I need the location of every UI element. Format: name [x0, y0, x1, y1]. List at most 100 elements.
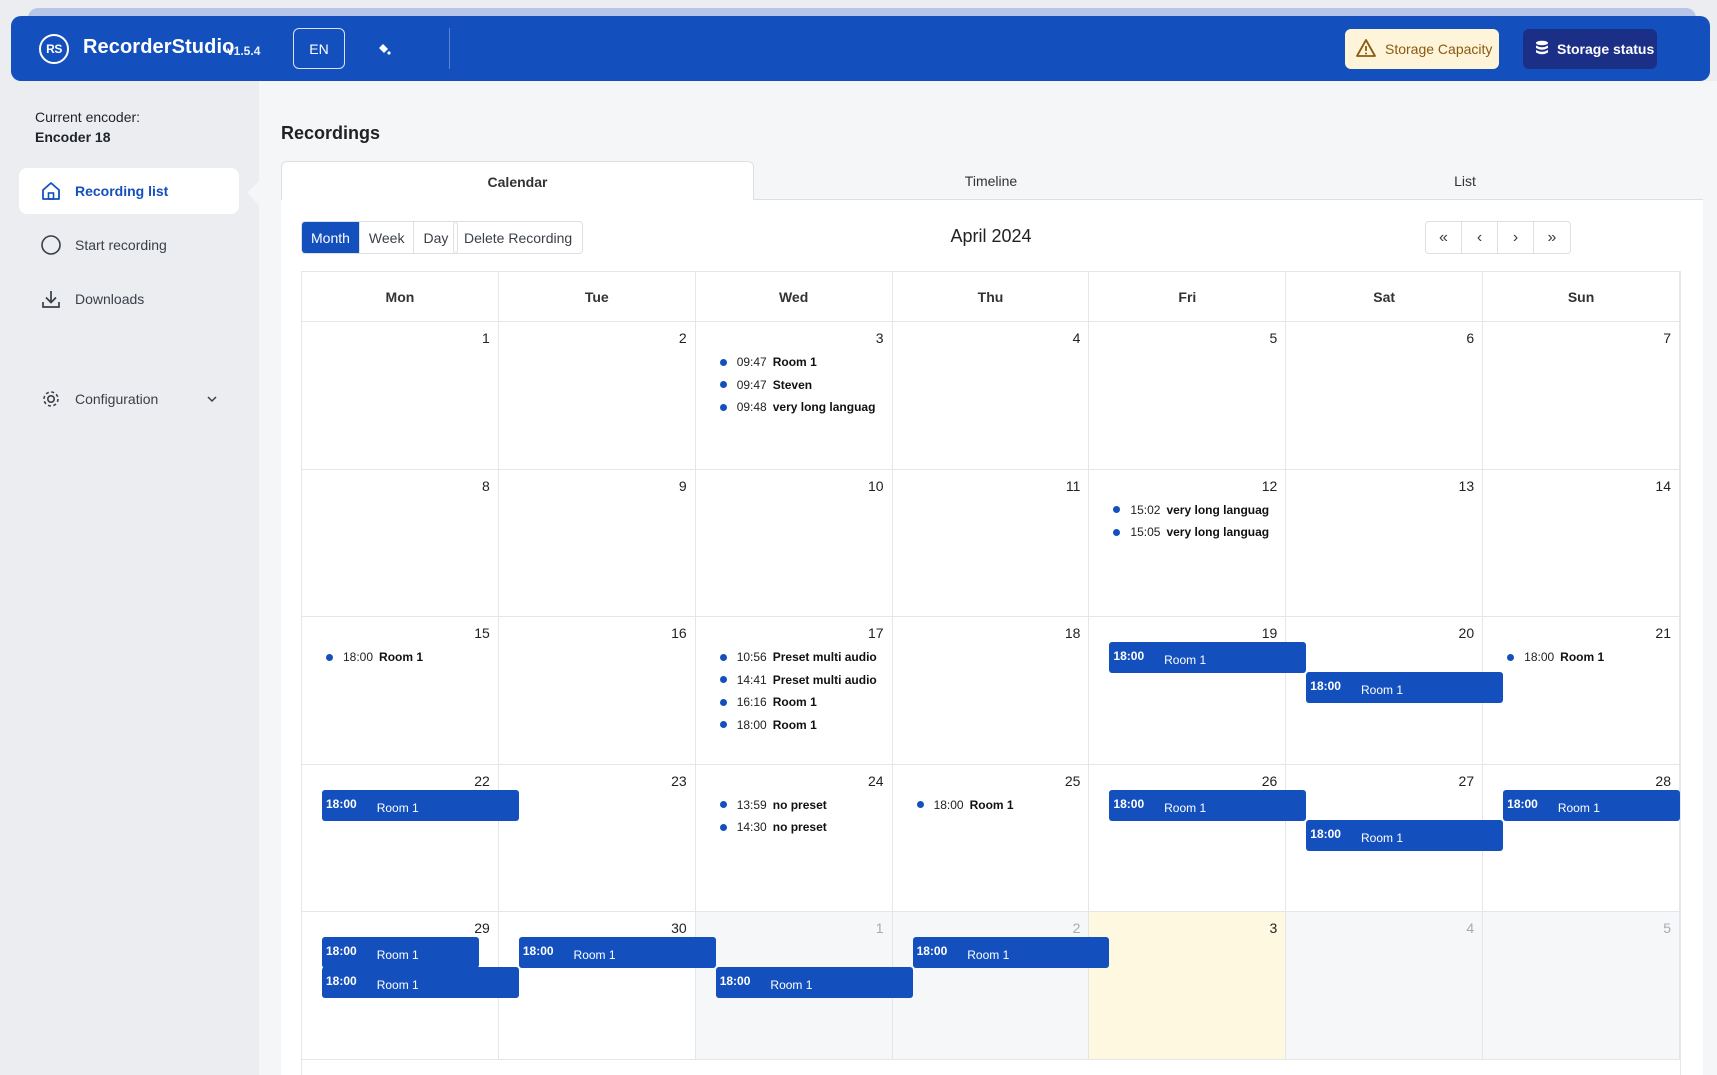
- event-dot-icon: [719, 801, 727, 808]
- day-cell[interactable]: 1: [302, 322, 499, 470]
- day-cell[interactable]: 7: [1483, 322, 1680, 470]
- day-cell[interactable]: 18: [892, 617, 1090, 765]
- recording-event[interactable]: 09:47 Room 1: [719, 353, 887, 371]
- recording-event[interactable]: 10:56 Preset multi audio: [719, 648, 887, 666]
- day-number: 5: [1663, 920, 1671, 936]
- event-dot-icon: [719, 653, 727, 661]
- storage-capacity-button[interactable]: Storage Capacity: [1345, 29, 1499, 69]
- day-cell[interactable]: 23: [498, 764, 696, 912]
- recording-span-bar[interactable]: 18:00 Room 1: [1306, 672, 1504, 703]
- storage-status-button[interactable]: Storage status: [1523, 29, 1657, 69]
- recording-event[interactable]: 09:48 very long languag: [719, 398, 887, 416]
- event-title: Preset multi audio: [772, 672, 877, 687]
- day-cell[interactable]: 5: [1483, 912, 1680, 1060]
- recording-event[interactable]: 18:00 Room 1: [1507, 648, 1674, 666]
- next-year-button[interactable]: »: [1534, 222, 1570, 253]
- day-view-button[interactable]: Day: [414, 222, 458, 253]
- tab-timeline[interactable]: Timeline: [754, 161, 1228, 200]
- recording-span-bar[interactable]: 18:00 Room 1: [715, 967, 913, 998]
- day-cell[interactable]: 11: [892, 469, 1090, 617]
- day-cell[interactable]: 9: [498, 469, 696, 617]
- prev-year-button[interactable]: «: [1426, 222, 1462, 253]
- recording-span-bar[interactable]: 18:00 Room 1: [1306, 819, 1504, 851]
- day-number: 22: [474, 772, 490, 789]
- day-cell[interactable]: 30: [498, 912, 696, 1060]
- sidebar-item-start-recording[interactable]: Start recording: [19, 222, 239, 268]
- day-cell[interactable]: 10: [695, 469, 893, 617]
- month-view-button[interactable]: Month: [302, 222, 360, 253]
- day-number: 21: [1655, 625, 1671, 641]
- day-cell[interactable]: 4: [1286, 912, 1484, 1060]
- day-cell[interactable]: 24: [695, 764, 893, 912]
- day-number: 16: [671, 625, 687, 641]
- tab-list[interactable]: List: [1228, 161, 1702, 200]
- day-number: 10: [867, 477, 884, 494]
- day-cell[interactable]: 17: [695, 617, 893, 765]
- weekday-header: Sun: [1483, 272, 1680, 322]
- recording-span-bar[interactable]: 18:00 Room 1: [1109, 642, 1307, 673]
- day-number: 29: [474, 920, 490, 936]
- event-time: 15:02: [1130, 502, 1161, 517]
- day-cell[interactable]: 3: [1089, 912, 1287, 1060]
- recording-event[interactable]: 13:59 no preset: [719, 796, 887, 814]
- recording-event[interactable]: 14:41 Preset multi audio: [719, 671, 887, 689]
- day-cell[interactable]: 2: [498, 322, 696, 470]
- day-number: 7: [1663, 330, 1671, 346]
- day-cell[interactable]: 14: [1483, 469, 1680, 617]
- day-cell[interactable]: 5: [1089, 322, 1287, 470]
- day-cell[interactable]: 13: [1286, 469, 1484, 617]
- span-title: Room 1: [967, 948, 1010, 962]
- event-dot-icon: [1113, 528, 1121, 536]
- event-title: Room 1: [969, 797, 1014, 812]
- event-title: no preset: [772, 797, 827, 812]
- day-number: 5: [1269, 330, 1278, 346]
- recording-event[interactable]: 18:00 Room 1: [719, 716, 887, 734]
- event-time: 09:47: [736, 355, 767, 369]
- recording-event[interactable]: 09:47 Steven: [719, 376, 887, 394]
- day-number: 11: [1065, 477, 1081, 494]
- span-time: 18:00: [326, 944, 357, 958]
- recording-span-bar[interactable]: 18:00 Room 1: [322, 937, 480, 968]
- sidebar-item-downloads[interactable]: Downloads: [19, 276, 239, 322]
- recording-event[interactable]: 18:00 Room 1: [326, 648, 493, 666]
- day-cell[interactable]: 28: [1483, 764, 1680, 912]
- language-button[interactable]: EN: [293, 28, 345, 69]
- day-number: 2: [678, 330, 687, 346]
- day-cell[interactable]: 19: [1089, 617, 1287, 765]
- day-number: 30: [671, 920, 687, 936]
- recording-event[interactable]: 16:16 Room 1: [719, 693, 887, 711]
- recording-span-bar[interactable]: 18:00 Room 1: [322, 789, 519, 821]
- event-dot-icon: [719, 358, 727, 366]
- day-cell[interactable]: 8: [302, 469, 499, 617]
- day-cell[interactable]: 21: [1483, 617, 1680, 765]
- day-cell[interactable]: 4: [892, 322, 1090, 470]
- event-title: Room 1: [1560, 650, 1605, 664]
- recording-event[interactable]: 18:00 Room 1: [916, 796, 1084, 814]
- prev-month-button[interactable]: ‹: [1462, 222, 1498, 253]
- delete-recording-button[interactable]: Delete Recording: [453, 221, 584, 254]
- theme-paint-icon[interactable]: [373, 38, 395, 60]
- recording-event[interactable]: 15:05 very long languag: [1113, 523, 1280, 541]
- day-cell[interactable]: 12: [1089, 469, 1287, 617]
- next-month-button[interactable]: ›: [1498, 222, 1534, 253]
- tab-calendar[interactable]: Calendar: [281, 161, 754, 201]
- day-cell[interactable]: 25: [892, 764, 1090, 912]
- recording-span-bar[interactable]: 18:00 Room 1: [518, 937, 716, 968]
- recording-span-bar[interactable]: 18:00 Room 1: [1503, 789, 1680, 821]
- calendar-panel: Month Week Day Delete Recording April 20…: [281, 200, 1703, 1075]
- day-cell[interactable]: 2: [892, 912, 1090, 1060]
- day-cell[interactable]: 22: [302, 764, 499, 912]
- recording-event[interactable]: 15:02 very long languag: [1113, 501, 1280, 519]
- sidebar-item-recording-list[interactable]: Recording list: [19, 168, 239, 214]
- day-cell[interactable]: 3: [695, 322, 893, 470]
- recording-span-bar[interactable]: 18:00 Room 1: [322, 967, 519, 998]
- chevron-down-icon[interactable]: [205, 392, 219, 406]
- day-cell[interactable]: 16: [498, 617, 696, 765]
- week-view-button[interactable]: Week: [359, 222, 415, 253]
- recording-event[interactable]: 14:30 no preset: [719, 818, 887, 836]
- recording-span-bar[interactable]: 18:00 Room 1: [912, 937, 1110, 968]
- day-cell[interactable]: 26: [1089, 764, 1287, 912]
- day-cell[interactable]: 15: [302, 617, 499, 765]
- recording-span-bar[interactable]: 18:00 Room 1: [1109, 789, 1307, 821]
- day-cell[interactable]: 6: [1286, 322, 1484, 470]
